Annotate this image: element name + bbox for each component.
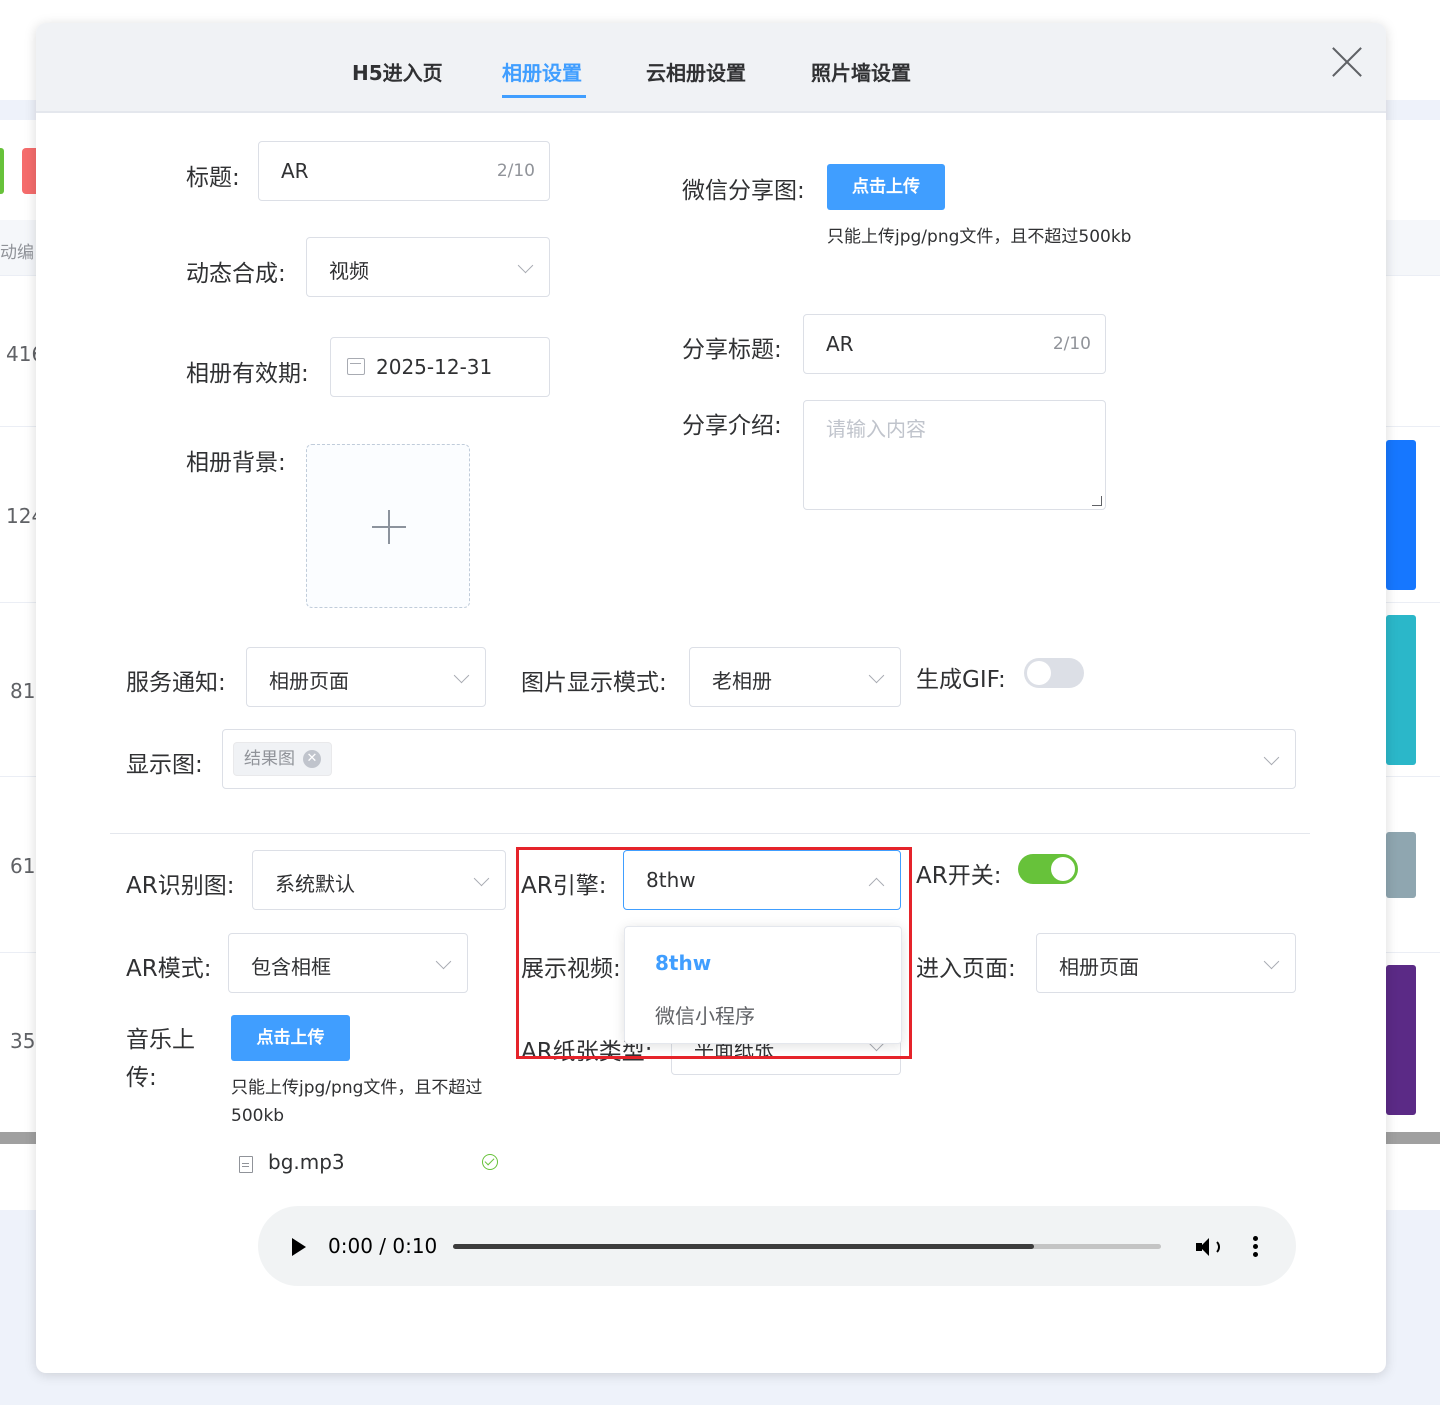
title-input[interactable]: AR 2/10: [258, 141, 550, 201]
dynamic-label: 动态合成:: [186, 261, 286, 287]
display-mode-select[interactable]: 老相册: [689, 647, 901, 707]
display-mode-value: 老相册: [712, 669, 772, 693]
ar-image-value: 系统默认: [275, 872, 355, 896]
tag-text: 结果图: [244, 749, 295, 769]
ar-mode-select[interactable]: 包含相框: [228, 933, 468, 993]
share-intro-label: 分享介绍:: [682, 413, 782, 439]
share-title-char-count: 2/10: [1052, 334, 1091, 354]
chevron-down-icon: [453, 667, 470, 684]
enter-page-select[interactable]: 相册页面: [1036, 933, 1296, 993]
ar-switch-label: AR开关:: [916, 863, 1002, 889]
music-upload-label-2: 传:: [126, 1065, 157, 1091]
dynamic-select[interactable]: 视频: [306, 237, 550, 297]
play-icon[interactable]: [292, 1238, 306, 1256]
background-uploader[interactable]: [306, 444, 470, 608]
tab-photo-wall[interactable]: 照片墙设置: [811, 57, 911, 86]
enter-page-label: 进入页面:: [916, 956, 1016, 982]
title-value: AR: [281, 159, 309, 183]
chevron-down-icon: [1263, 953, 1280, 970]
wechat-share-upload-button[interactable]: 点击上传: [827, 164, 945, 210]
validity-value: 2025-12-31: [376, 355, 493, 379]
ar-switch[interactable]: [1018, 854, 1078, 884]
active-tab-indicator: [502, 95, 586, 98]
chevron-down-icon: [435, 953, 452, 970]
audio-progress-track[interactable]: [453, 1244, 1161, 1249]
audio-time: 0:00 / 0:10: [328, 1234, 438, 1258]
document-icon: [239, 1156, 253, 1173]
section-divider: [110, 833, 1310, 834]
enter-page-value: 相册页面: [1059, 955, 1139, 979]
share-intro-placeholder: 请输入内容: [826, 417, 926, 441]
gif-label: 生成GIF:: [916, 667, 1006, 693]
share-title-value: AR: [826, 332, 854, 356]
tag-close-icon[interactable]: ✕: [303, 750, 321, 768]
chevron-down-icon: [868, 667, 885, 684]
audio-player: 0:00 / 0:10: [258, 1206, 1296, 1286]
gif-switch[interactable]: [1024, 658, 1084, 688]
title-label: 标题:: [186, 165, 240, 191]
validity-label: 相册有效期:: [186, 361, 309, 387]
check-circle-icon: [482, 1154, 498, 1170]
chevron-down-icon: [473, 870, 490, 887]
service-notice-label: 服务通知:: [126, 670, 226, 696]
bg-thumbnail: [1386, 440, 1416, 590]
chevron-down-icon: [1263, 749, 1280, 766]
bg-row-number: 81: [10, 679, 36, 703]
close-icon[interactable]: [1330, 45, 1364, 79]
settings-modal: H5进入页 相册设置 云相册设置 照片墙设置 标题: AR 2/10 动态合成:…: [36, 23, 1386, 1373]
wechat-share-hint: 只能上传jpg/png文件，且不超过500kb: [827, 227, 1132, 247]
validity-date-picker[interactable]: 2025-12-31: [330, 337, 550, 397]
switch-knob: [1027, 661, 1051, 685]
display-image-select[interactable]: 结果图 ✕: [222, 729, 1296, 789]
more-options-icon[interactable]: [1253, 1236, 1258, 1258]
bg-green-button[interactable]: [0, 148, 4, 194]
music-upload-label: 音乐上: [126, 1027, 195, 1053]
audio-progress-fill: [453, 1244, 1034, 1249]
bg-row-number: 35: [10, 1029, 36, 1053]
bg-thumbnail: [1386, 832, 1416, 898]
display-image-tag: 结果图 ✕: [233, 742, 332, 776]
tab-album-settings[interactable]: 相册设置: [502, 57, 582, 86]
music-upload-button[interactable]: 点击上传: [231, 1015, 350, 1061]
display-image-label: 显示图:: [126, 752, 203, 778]
ar-mode-label: AR模式:: [126, 956, 212, 982]
music-upload-hint: 只能上传jpg/png文件，且不超过: [231, 1078, 483, 1098]
bg-row-number: 61: [10, 854, 36, 878]
tabs-bar: H5进入页 相册设置 云相册设置 照片墙设置: [36, 23, 1386, 113]
volume-icon[interactable]: [1196, 1236, 1222, 1258]
ar-image-label: AR识别图:: [126, 873, 235, 899]
background-label: 相册背景:: [186, 450, 286, 476]
plus-icon: [388, 510, 390, 544]
bg-thumbnail: [1386, 615, 1416, 765]
music-upload-hint-2: 500kb: [231, 1106, 285, 1126]
chevron-down-icon: [517, 257, 534, 274]
share-title-label: 分享标题:: [682, 337, 782, 363]
tab-cloud-album[interactable]: 云相册设置: [646, 57, 746, 86]
calendar-icon: [347, 358, 365, 375]
service-notice-value: 相册页面: [269, 669, 349, 693]
tab-h5-entry[interactable]: H5进入页: [352, 57, 443, 86]
share-intro-textarea[interactable]: 请输入内容: [803, 400, 1106, 510]
ar-mode-value: 包含相框: [251, 955, 331, 979]
resize-handle-icon[interactable]: [1092, 496, 1102, 506]
share-title-input[interactable]: AR 2/10: [803, 314, 1106, 374]
service-notice-select[interactable]: 相册页面: [246, 647, 486, 707]
ar-image-select[interactable]: 系统默认: [252, 850, 506, 910]
uploaded-file-name[interactable]: bg.mp3: [268, 1150, 345, 1174]
title-char-count: 2/10: [496, 161, 535, 181]
switch-knob: [1051, 857, 1075, 881]
highlight-box: [516, 847, 912, 1059]
display-mode-label: 图片显示模式:: [521, 670, 667, 696]
bg-header-text: 动编: [0, 243, 34, 263]
bg-thumbnail: [1386, 965, 1416, 1115]
dynamic-value: 视频: [329, 259, 369, 283]
wechat-share-label: 微信分享图:: [682, 178, 805, 204]
